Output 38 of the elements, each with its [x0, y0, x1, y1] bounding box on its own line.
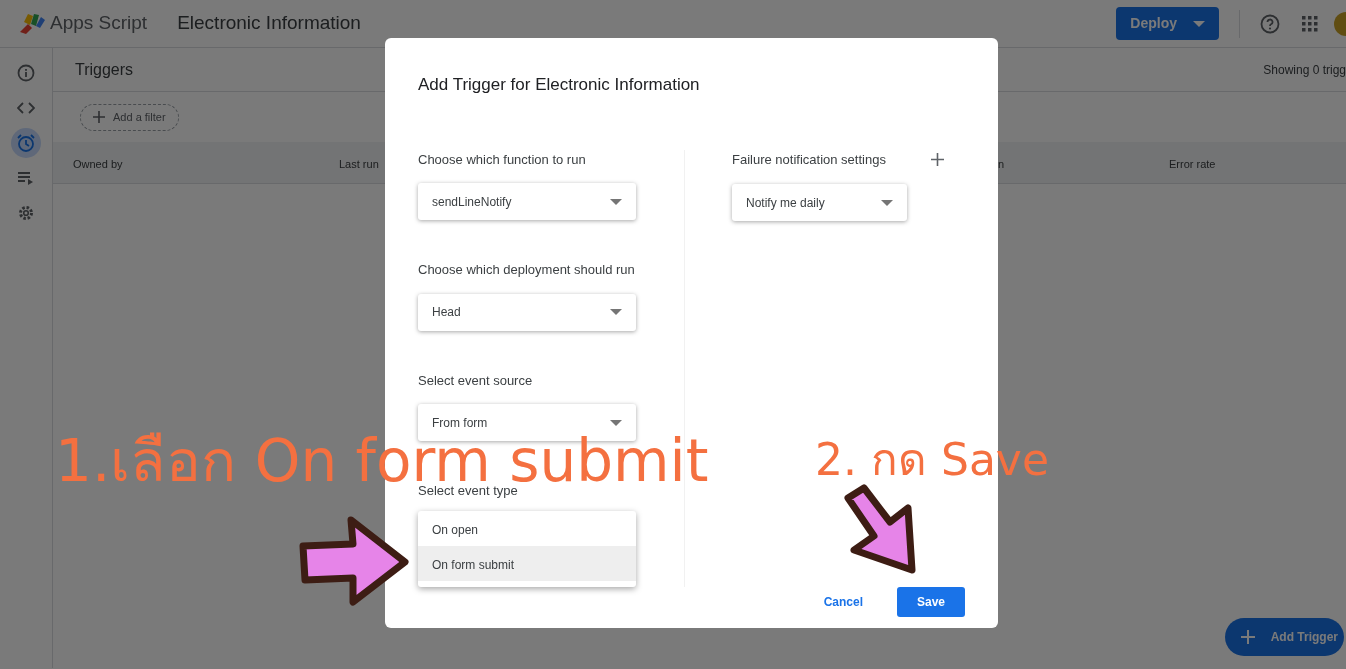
code-icon	[17, 101, 35, 115]
project-title: Electronic Information	[177, 11, 361, 36]
save-button[interactable]: Save	[897, 586, 965, 617]
caret-icon	[610, 198, 622, 205]
caret-icon	[610, 309, 622, 315]
field-label: Choose which deployment should run	[418, 261, 636, 279]
apps-script-logo	[18, 11, 46, 36]
field-label: Choose which function to run	[418, 150, 587, 169]
column-header: Last run	[339, 157, 379, 172]
field-label: Select event source	[418, 371, 534, 390]
page-title: Triggers	[75, 59, 134, 80]
info-icon	[17, 64, 35, 82]
plus-icon[interactable]	[931, 152, 944, 166]
field-label: Failure notification settings	[732, 150, 886, 169]
sidebar-item[interactable]	[11, 128, 41, 158]
column-header: Error rate	[1169, 157, 1216, 172]
dialog-title: Add Trigger for Electronic Information	[418, 74, 701, 96]
product-name: Apps Script	[50, 11, 148, 36]
alarm-clock-icon	[16, 133, 36, 153]
caret-icon	[1193, 20, 1205, 27]
help-icon[interactable]	[1260, 13, 1280, 34]
apps-grid-icon[interactable]	[1302, 15, 1318, 32]
cancel-button[interactable]: Cancel	[813, 586, 873, 617]
plus-icon	[1240, 630, 1255, 644]
playlist-icon	[17, 171, 35, 185]
dropdown-select[interactable]: Head	[418, 293, 636, 331]
avatar[interactable]	[1332, 9, 1346, 38]
dropdown-select[interactable]: sendLineNotify	[418, 183, 636, 220]
dropdown-select[interactable]: Notify me daily	[732, 184, 907, 221]
menu-option[interactable]: On open	[418, 510, 636, 546]
trigger-count: Showing 0 trigg	[1263, 61, 1346, 79]
caret-icon	[610, 419, 622, 426]
caret-icon	[881, 199, 893, 206]
plus-icon	[93, 111, 105, 124]
column-header: Owned by	[73, 157, 123, 172]
menu-option[interactable]: On form submit	[418, 545, 636, 581]
settings-icon	[17, 204, 35, 222]
column-header: n	[998, 157, 1005, 172]
